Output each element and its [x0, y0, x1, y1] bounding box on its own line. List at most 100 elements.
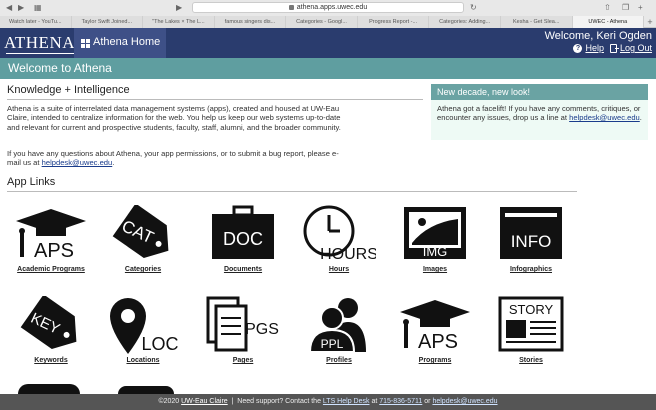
app-link-label[interactable]: Hours	[294, 266, 384, 273]
svg-text:LOC: LOC	[141, 334, 178, 354]
browser-tab[interactable]: Progress Report -...	[357, 16, 430, 28]
lts-help-desk-link[interactable]: LTS Help Desk	[323, 398, 370, 405]
footer-email-link[interactable]: helpdesk@uwec.edu	[432, 398, 497, 405]
knowledge-heading: Knowledge + Intelligence	[7, 84, 130, 96]
app-link-label[interactable]: Programs	[390, 357, 480, 364]
app-link-label[interactable]: Pages	[198, 357, 288, 364]
app-tile[interactable]: PGS Pages	[198, 296, 288, 376]
svg-text:PGS: PGS	[245, 321, 279, 338]
header-links: ? Help Log Out	[573, 43, 652, 53]
grid-icon	[81, 39, 90, 48]
app-link-label[interactable]: Categories	[98, 266, 188, 273]
app-tile[interactable]: DOC Documents	[198, 205, 288, 285]
news-body: Athena got a facelift! If you have any c…	[437, 104, 642, 123]
help-label: Help	[585, 43, 604, 53]
address-bar[interactable]: athena.apps.uwec.edu	[192, 2, 464, 13]
tabs-overview-icon[interactable]: ❐	[622, 3, 629, 13]
page-title: Welcome to Athena	[0, 58, 656, 79]
svg-text:DOC: DOC	[223, 229, 263, 249]
browser-tab[interactable]: Watch later - YouTu...	[0, 16, 72, 28]
app-tile[interactable]: APS Academic Programs	[6, 205, 96, 285]
app-link-label[interactable]: Images	[390, 266, 480, 273]
app-tile[interactable]: LOC Locations	[98, 296, 188, 376]
athena-logo[interactable]: ATHENA	[4, 32, 75, 54]
browser-tab[interactable]: Categories: Adding...	[429, 16, 501, 28]
divider	[7, 99, 423, 100]
phone-link[interactable]: 715-836-5711	[379, 398, 422, 405]
clock-hours-icon[interactable]: HOURS	[302, 205, 378, 263]
app-link-label[interactable]: Keywords	[6, 357, 96, 364]
app-link-label[interactable]: Profiles	[294, 357, 384, 364]
svg-text:APS: APS	[418, 331, 458, 353]
divider	[7, 191, 577, 192]
url-text: athena.apps.uwec.edu	[296, 4, 368, 11]
svg-text:PPL: PPL	[321, 337, 344, 351]
help-link[interactable]: ? Help	[573, 43, 604, 53]
svg-text:HOURS: HOURS	[320, 246, 376, 263]
forward-icon[interactable]: ▶	[18, 3, 24, 13]
help-icon: ?	[573, 43, 583, 53]
chart-info-icon[interactable]: INFO	[494, 205, 568, 261]
site-header: ATHENA Athena Home Welcome, Keri Ogden ?…	[0, 28, 656, 58]
picture-img-icon[interactable]: IMG	[398, 205, 472, 261]
play-icon[interactable]: ▶	[176, 3, 182, 13]
mortarboard-aps-icon[interactable]: APS	[14, 205, 88, 262]
browser-tab[interactable]: Taylor Swift Joined...	[71, 16, 144, 28]
footer-at: at	[371, 398, 378, 405]
news-heading: New decade, new look!	[431, 84, 648, 100]
people-ppl-icon[interactable]: PPL	[302, 296, 376, 353]
helpdesk-email-link[interactable]: helpdesk@uwec.edu	[42, 158, 113, 167]
reload-icon[interactable]: ↻	[470, 3, 477, 13]
browser-tabs: Watch later - YouTu... Taylor Swift Joine…	[0, 16, 656, 28]
new-tab-icon[interactable]: +	[638, 3, 643, 13]
newspaper-story-icon[interactable]: STORY	[494, 296, 568, 352]
app-tile[interactable]: INFO Infographics	[486, 205, 576, 285]
partial-app-icon	[18, 384, 80, 394]
add-tab-icon[interactable]: +	[644, 16, 656, 28]
athena-home-button[interactable]: Athena Home	[74, 28, 166, 58]
copyright: ©2020	[158, 398, 180, 405]
logo-underline	[6, 53, 75, 54]
app-link-label[interactable]: Documents	[198, 266, 288, 273]
app-tile[interactable]: CAT Categories	[98, 203, 188, 285]
footer-or: or	[424, 398, 431, 405]
svg-text:APS: APS	[34, 240, 74, 262]
app-link-label[interactable]: Locations	[98, 357, 188, 364]
news-email-link[interactable]: helpdesk@uwec.edu	[569, 113, 640, 122]
tag-key-icon[interactable]: KEY	[14, 294, 88, 352]
app-link-label[interactable]: Stories	[486, 357, 576, 364]
app-tile[interactable]: KEY Keywords	[6, 294, 96, 376]
mortarboard-aps-icon[interactable]: APS	[398, 296, 472, 353]
sidebar-icon[interactable]: ▦	[34, 3, 42, 13]
browser-tab[interactable]: Categories - Googl...	[286, 16, 358, 28]
intro-paragraph: Athena is a suite of interrelated data m…	[7, 104, 341, 132]
logo-text: ATHENA	[4, 33, 75, 52]
tag-cat-icon[interactable]: CAT	[106, 203, 180, 261]
app-tile[interactable]: STORY Stories	[486, 296, 576, 376]
app-tile[interactable]: PPL Profiles	[294, 296, 384, 376]
browser-toolbar: ◀ ▶ ▦ ▶ athena.apps.uwec.edu ↻ ⇧ ❐ +	[0, 0, 656, 16]
uwec-link[interactable]: UW-Eau Claire	[181, 398, 228, 405]
share-icon[interactable]: ⇧	[604, 3, 611, 13]
footer: ©2020 UW-Eau Claire | Need support? Cont…	[0, 394, 656, 410]
logout-link[interactable]: Log Out	[609, 43, 652, 53]
logout-label: Log Out	[619, 43, 652, 53]
pin-loc-icon[interactable]: LOC	[106, 296, 180, 354]
svg-text:STORY: STORY	[509, 302, 554, 317]
partial-app-icon	[118, 386, 174, 394]
app-tile[interactable]: APS Programs	[390, 296, 480, 376]
welcome-text: Welcome, Keri Ogden	[544, 30, 652, 42]
browser-tab[interactable]: "The Lakes × The L...	[143, 16, 215, 28]
app-link-label[interactable]: Academic Programs	[6, 266, 96, 273]
app-tile[interactable]: IMG Images	[390, 205, 480, 285]
browser-tab[interactable]: Kesha - Get Slea...	[500, 16, 573, 28]
browser-tab[interactable]: UWEC - Athena	[572, 16, 645, 28]
briefcase-doc-icon[interactable]: DOC	[206, 205, 280, 261]
pages-pgs-icon[interactable]: PGS	[206, 296, 280, 352]
app-link-label[interactable]: Infographics	[486, 266, 576, 273]
athena-home-label: Athena Home	[93, 36, 161, 48]
browser-tab[interactable]: famous singers dis...	[214, 16, 287, 28]
app-tile[interactable]: HOURS Hours	[294, 205, 384, 285]
back-icon[interactable]: ◀	[6, 3, 12, 13]
svg-text:INFO: INFO	[511, 232, 552, 251]
